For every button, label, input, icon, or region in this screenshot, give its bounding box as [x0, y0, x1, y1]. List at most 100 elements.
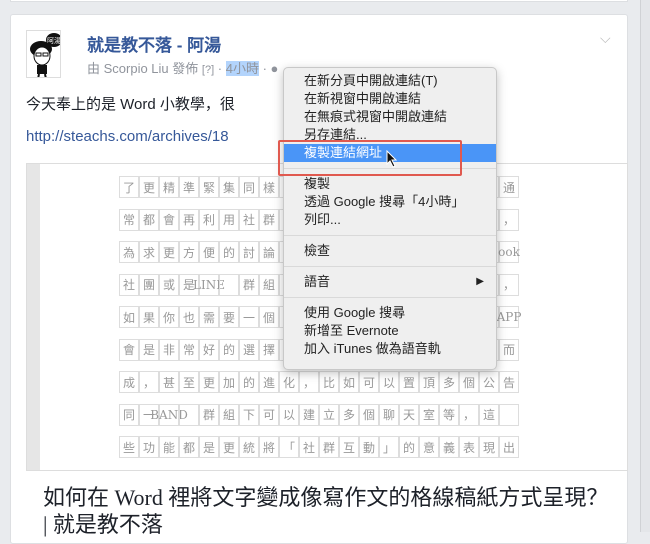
menu-item[interactable]: 檢查 — [284, 242, 496, 260]
grid-cell: 都 — [139, 208, 159, 231]
menu-item[interactable]: 新增至 Evernote — [284, 322, 496, 340]
grid-cell: 如 — [339, 371, 359, 393]
menu-item[interactable]: 在新分頁中開啟連結(T) — [284, 72, 496, 90]
grid-cell: 常 — [179, 338, 199, 361]
grid-cell: 個 — [259, 306, 279, 328]
grid-cell: 會 — [159, 208, 179, 231]
grid-cell: 討 — [239, 241, 259, 263]
chevron-down-icon[interactable]: ⌵ — [600, 30, 611, 47]
post-link[interactable]: http://steachs.com/archives/18 — [26, 128, 229, 145]
menu-separator — [284, 266, 496, 267]
grid-cell: 至 — [179, 371, 199, 393]
menu-item[interactable]: 加入 iTunes 做為語音軌 — [284, 340, 496, 358]
grid-cell: 選 — [239, 338, 259, 361]
grid-cell: ， — [139, 371, 159, 393]
grid-cell: 更 — [199, 371, 219, 393]
grid-cell: 互 — [339, 436, 359, 458]
image-margin — [27, 164, 40, 470]
page-name-link[interactable]: 就是教不落 - 阿湯 — [87, 31, 221, 56]
menu-item[interactable]: 在無痕式視窗中開啟連結 — [284, 108, 496, 126]
grid-cell: 同 — [239, 176, 259, 198]
menu-item[interactable]: 透過 Google 搜尋「4小時」 — [284, 193, 496, 211]
grid-cell: 立 — [319, 403, 339, 426]
post-meta: 由 Scorpio Liu 發佈 [?] · 4小時 · ● — [87, 58, 278, 77]
grid-cell: 些 — [119, 436, 139, 458]
grid-cell: 會 — [119, 338, 139, 361]
grid-cell: 現 — [479, 436, 499, 458]
grid-cell: 樣 — [259, 176, 279, 198]
grid-cell: 能 — [159, 436, 179, 458]
context-menu: 在新分頁中開啟連結(T) 在新視窗中開啟連結 在無痕式視窗中開啟連結 另存連結... 複… — [283, 67, 497, 370]
previous-post-card — [10, 0, 628, 2]
menu-item-label: 新增至 Evernote — [304, 323, 399, 338]
grid-cell: LINE — [193, 273, 225, 296]
menu-item[interactable]: 在新視窗中開啟連結 — [284, 90, 496, 108]
grid-cell: 而 — [499, 338, 519, 361]
grid-cell: 更 — [159, 241, 179, 263]
grid-cell: ， — [459, 403, 479, 426]
help-link[interactable]: [?] — [202, 64, 214, 76]
grid-cell: 你 — [159, 306, 179, 328]
grid-cell: 表 — [459, 436, 479, 458]
menu-separator — [284, 235, 496, 236]
grid-cell: 的 — [399, 436, 419, 458]
grid-cell: 方 — [179, 241, 199, 263]
grid-cell: 群 — [259, 208, 279, 231]
globe-icon: ● — [270, 61, 279, 76]
grid-cell: 更 — [139, 176, 159, 198]
menu-item-label: 複製 — [304, 176, 331, 191]
avatar-cartoon-icon: 阿湯 — [30, 33, 60, 77]
post-text: 今天奉上的是 Word 小教學，很 — [26, 96, 235, 113]
grid-cell: 義 — [439, 436, 459, 458]
grid-cell: 頂 — [419, 371, 439, 393]
grid-cell: 公 — [479, 371, 499, 393]
grid-cell: 或 — [159, 273, 179, 296]
grid-cell: 以 — [279, 403, 299, 426]
grid-cell — [219, 273, 239, 296]
grid-cell: 的 — [219, 241, 239, 263]
grid-cell — [179, 403, 199, 426]
grid-cell: 為 — [119, 241, 139, 263]
grid-cell: 常 — [119, 208, 139, 231]
grid-cell: APP — [497, 306, 521, 328]
link-preview-title[interactable]: 如何在 Word 裡將文字變成像寫作文的格線稿紙方式呈現？ | 就是教不落 — [43, 484, 613, 538]
grid-cell: 動 — [359, 436, 379, 458]
grid-cell: 可 — [359, 371, 379, 393]
grid-cell: ， — [499, 208, 519, 231]
grid-cell: 也 — [179, 306, 199, 328]
grid-cell: 功 — [139, 436, 159, 458]
menu-item[interactable]: 複製 — [284, 175, 496, 193]
grid-cell: 甚 — [159, 371, 179, 393]
timestamp-link[interactable]: 4小時 — [225, 61, 259, 76]
grid-cell: 進 — [259, 371, 279, 393]
grid-cell: 要 — [219, 306, 239, 328]
grid-cell: 下 — [239, 403, 259, 426]
menu-item[interactable]: 使用 Google 搜尋 — [284, 304, 496, 322]
grid-cell: 的 — [239, 371, 259, 393]
grid-cell: 果 — [139, 306, 159, 328]
grid-cell: 群 — [199, 403, 219, 426]
grid-cell: 需 — [199, 306, 219, 328]
scrollbar[interactable] — [640, 0, 650, 532]
grid-cell: 加 — [219, 371, 239, 393]
avatar[interactable]: 阿湯 — [26, 30, 61, 78]
posted-by: 由 Scorpio Liu 發佈 — [87, 61, 199, 76]
grid-cell: 出 — [499, 436, 519, 458]
grid-cell: 一 — [239, 306, 259, 328]
menu-item-label: 檢查 — [304, 243, 331, 258]
grid-cell: 天 — [399, 403, 419, 426]
grid-cell: 是 — [139, 338, 159, 361]
submenu-arrow-icon: ▶ — [476, 276, 484, 287]
grid-cell: 組 — [259, 273, 279, 296]
grid-cell: ， — [499, 273, 519, 296]
menu-item[interactable]: 列印... — [284, 211, 496, 229]
menu-item-label: 在新分頁中開啟連結(T) — [304, 73, 438, 88]
separator: · — [262, 61, 267, 76]
menu-item-label: 語音 — [304, 274, 331, 289]
grid-cell: 團 — [139, 273, 159, 296]
menu-item-label: 使用 Google 搜尋 — [304, 305, 406, 320]
grid-row: 同一 BAND 群組下可以建立多個聊天室等，這 — [119, 398, 519, 431]
grid-cell: 同 — [119, 403, 139, 426]
menu-item[interactable]: 語音 ▶ — [284, 273, 496, 291]
grid-cell: ook — [498, 241, 520, 263]
